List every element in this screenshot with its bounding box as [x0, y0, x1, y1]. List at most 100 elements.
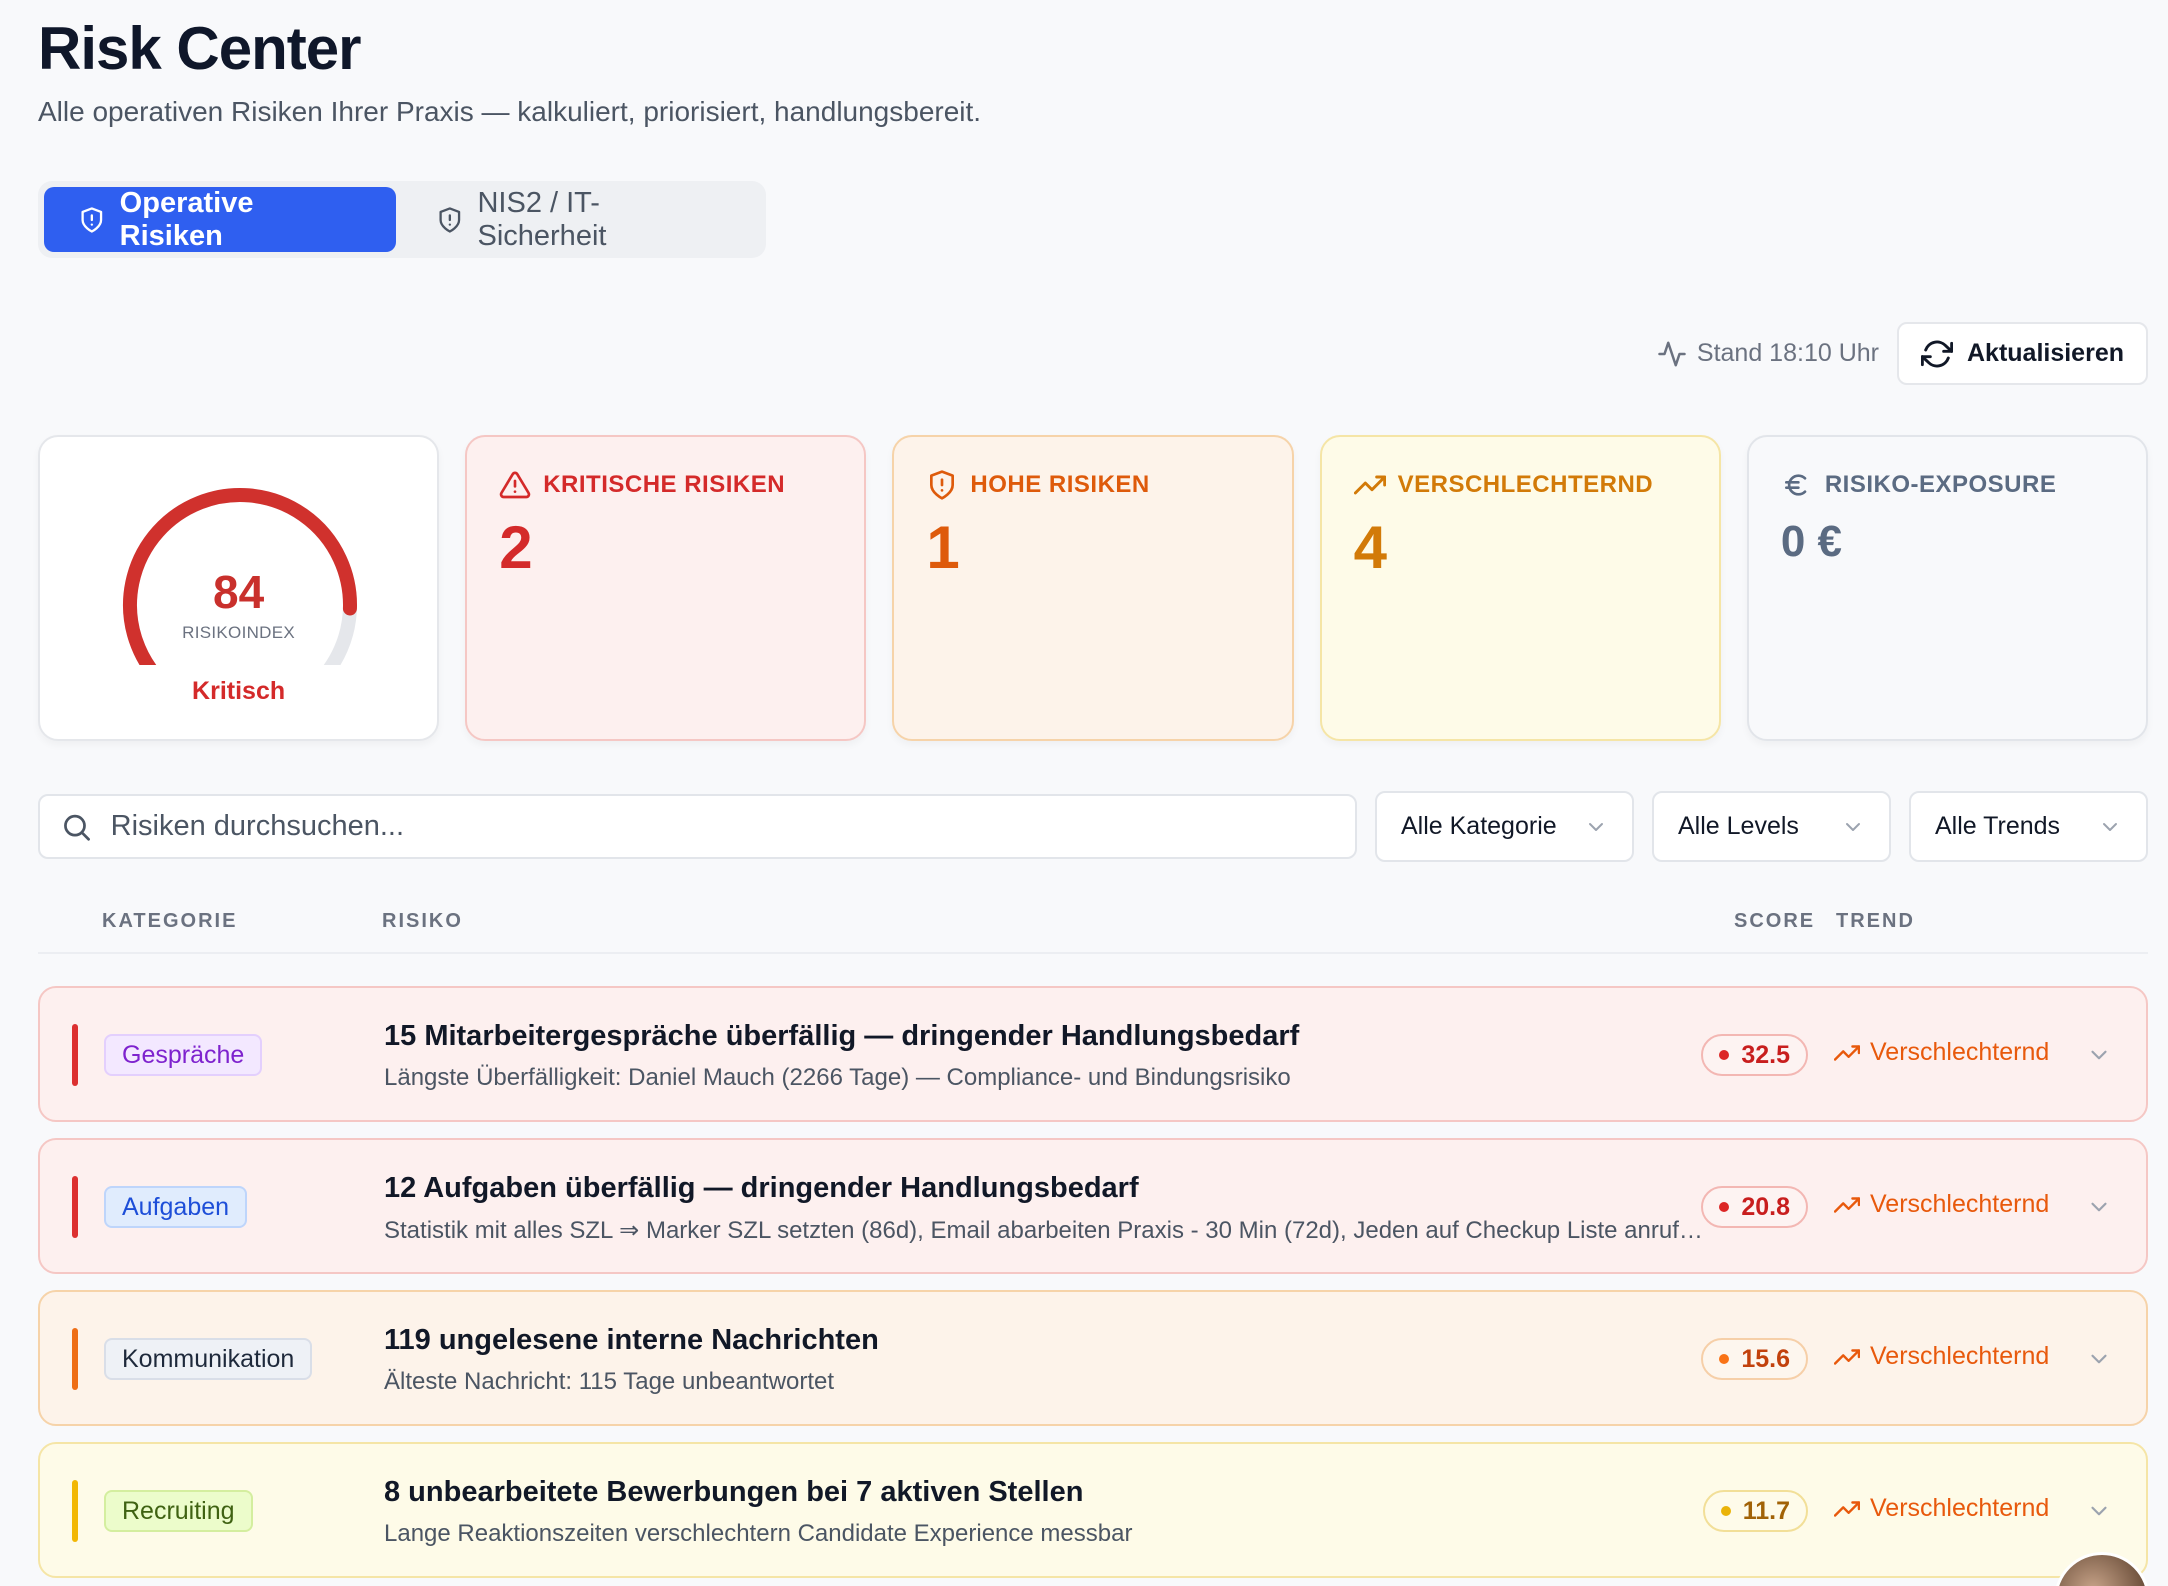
chevron-down-icon [2103, 822, 2117, 831]
tab-label: Operative Risiken [119, 186, 254, 252]
tab-nis2-it-sicherheit[interactable]: NIS2 / IT-Sicherheit [402, 187, 760, 252]
high-risks-value: 1 [926, 514, 960, 581]
chevron-down-icon[interactable] [2086, 1194, 2112, 1220]
search-input[interactable] [110, 810, 1335, 843]
risk-description: Älteste Nachricht: 115 Tage unbeantworte… [384, 1368, 835, 1395]
risk-list: Gespräche 15 Mitarbeitergespräche überfä… [38, 986, 2148, 1586]
risk-center-page: Risk Center Alle operativen Risiken Ihre… [38, 0, 2149, 1586]
risk-index-card: 84 RISIKOINDEX Kritisch [38, 435, 440, 741]
status-row: Stand 18:10 Uhr Aktualisieren [1657, 322, 2148, 385]
worsening-card: VERSCHLECHTERND 4 [1319, 435, 1721, 741]
exposure-card: RISIKO-EXPOSURE 0 € [1746, 435, 2149, 741]
critical-risks-card: KRITISCHE RISIKEN 2 [465, 435, 867, 741]
category-badge: Aufgaben [104, 1186, 248, 1228]
chevron-down-icon [1589, 822, 1603, 831]
tab-label: NIS2 / IT-Sicherheit [477, 186, 607, 252]
score-value: 32.5 [1741, 1040, 1790, 1069]
trending-up-icon [1834, 1196, 1860, 1213]
score-value: 15.6 [1741, 1344, 1790, 1373]
trend-indicator: Verschlechternd [1834, 1190, 2049, 1219]
risk-index-level: Kritisch [192, 677, 286, 705]
trend-label: Verschlechternd [1870, 1038, 2050, 1066]
chevron-down-icon [1846, 822, 1860, 831]
page-title: Risk Center [38, 15, 361, 82]
trend-indicator: Verschlechternd [1834, 1342, 2049, 1371]
tab-bar: Operative Risiken NIS2 / IT-Sicherheit [38, 181, 766, 258]
shield-alert-icon [81, 206, 103, 233]
trend-label: Verschlechternd [1870, 1190, 2050, 1218]
severity-bar [72, 1176, 78, 1238]
trend-label: Verschlechternd [1870, 1494, 2050, 1522]
trend-select[interactable]: Alle Trends [1909, 791, 2148, 862]
exposure-value: 0 € [1780, 517, 1842, 566]
chevron-down-icon[interactable] [2086, 1042, 2112, 1068]
filter-bar: Alle Kategorie Alle Levels Alle Trends [38, 791, 2148, 862]
trending-up-icon [1834, 1348, 1860, 1365]
timestamp: Stand 18:10 Uhr [1657, 339, 1879, 369]
risk-index-value: 84 [213, 566, 265, 618]
trend-indicator: Verschlechternd [1834, 1494, 2049, 1523]
search-box[interactable] [38, 794, 1357, 859]
severity-bar [72, 1480, 78, 1542]
table-row[interactable]: Aufgaben 12 Aufgaben überfällig — dringe… [38, 1138, 2148, 1274]
risk-title: 15 Mitarbeitergespräche überfällig — dri… [384, 1020, 1300, 1052]
score-dot [1719, 1354, 1730, 1364]
refresh-label: Aktualisieren [1966, 339, 2124, 367]
worsening-value: 4 [1353, 514, 1387, 581]
category-badge: Recruiting [104, 1490, 253, 1532]
risk-title: 12 Aufgaben überfällig — dringender Hand… [384, 1172, 1139, 1204]
tab-operative-risiken[interactable]: Operative Risiken [44, 187, 396, 252]
score-badge: 11.7 [1702, 1490, 1808, 1532]
column-header-category[interactable]: KATEGORIE [102, 910, 237, 933]
table-row[interactable]: Kommunikation 119 ungelesene interne Nac… [38, 1290, 2148, 1426]
search-icon [64, 814, 90, 841]
risk-gauge: 84 RISIKOINDEX Kritisch [40, 437, 437, 739]
trending-up-icon [1834, 1044, 1860, 1061]
category-badge: Kommunikation [104, 1338, 313, 1380]
refresh-button[interactable]: Aktualisieren [1896, 322, 2148, 385]
score-value: 11.7 [1742, 1496, 1790, 1525]
critical-risks-label: KRITISCHE RISIKEN [543, 471, 786, 498]
table-header: KATEGORIE RISIKO SCORE TREND [38, 888, 2148, 954]
risk-description: Statistik mit alles SZL ⇒ Marker SZL set… [384, 1217, 1704, 1244]
exposure-label: RISIKO-EXPOSURE [1824, 471, 2057, 498]
critical-risks-value: 2 [499, 514, 533, 581]
shield-alert-icon [930, 470, 955, 500]
risk-title: 8 unbearbeitete Bewerbungen bei 7 aktive… [384, 1476, 1084, 1508]
page-subtitle: Alle operativen Risiken Ihrer Praxis — k… [38, 96, 982, 127]
chevron-down-icon[interactable] [2086, 1498, 2112, 1524]
refresh-icon [1920, 340, 1953, 367]
severity-bar [72, 1024, 78, 1086]
shield-icon [439, 206, 461, 233]
kpi-cards: 84 RISIKOINDEX Kritisch KRITISCHE RISIKE… [38, 435, 2149, 741]
trend-select-value: Alle Trends [1935, 812, 2061, 840]
risk-description: Längste Überfälligkeit: Daniel Mauch (22… [384, 1064, 1291, 1091]
category-select[interactable]: Alle Kategorie [1375, 791, 1634, 862]
trend-indicator: Verschlechternd [1834, 1038, 2049, 1067]
column-header-trend[interactable]: TREND [1836, 910, 1915, 933]
worsening-label: VERSCHLECHTERND [1397, 471, 1654, 498]
euro-icon [1784, 474, 1807, 496]
trending-up-icon [1353, 475, 1386, 495]
score-badge: 32.5 [1701, 1034, 1808, 1076]
column-header-score[interactable]: SCORE [1734, 910, 1815, 933]
score-dot [1719, 1050, 1730, 1060]
alert-triangle-icon [499, 471, 531, 499]
score-badge: 20.8 [1701, 1186, 1808, 1228]
activity-icon [1658, 341, 1686, 366]
category-select-value: Alle Kategorie [1401, 812, 1557, 840]
table-row[interactable]: Recruiting 8 unbearbeitete Bewerbungen b… [38, 1442, 2148, 1578]
score-badge: 15.6 [1701, 1338, 1808, 1380]
column-header-risk[interactable]: RISIKO [382, 910, 463, 933]
score-value: 20.8 [1741, 1192, 1790, 1221]
score-dot [1720, 1506, 1731, 1516]
timestamp-text: Stand 18:10 Uhr [1696, 339, 1879, 367]
table-row[interactable]: Gespräche 15 Mitarbeitergespräche überfä… [38, 986, 2148, 1122]
chevron-down-icon[interactable] [2086, 1346, 2112, 1372]
severity-bar [72, 1328, 78, 1390]
risk-index-caption: RISIKOINDEX [182, 623, 296, 642]
trending-up-icon [1834, 1500, 1860, 1517]
high-risks-label: HOHE RISIKEN [970, 471, 1150, 498]
score-dot [1719, 1202, 1730, 1212]
level-select[interactable]: Alle Levels [1652, 791, 1891, 862]
